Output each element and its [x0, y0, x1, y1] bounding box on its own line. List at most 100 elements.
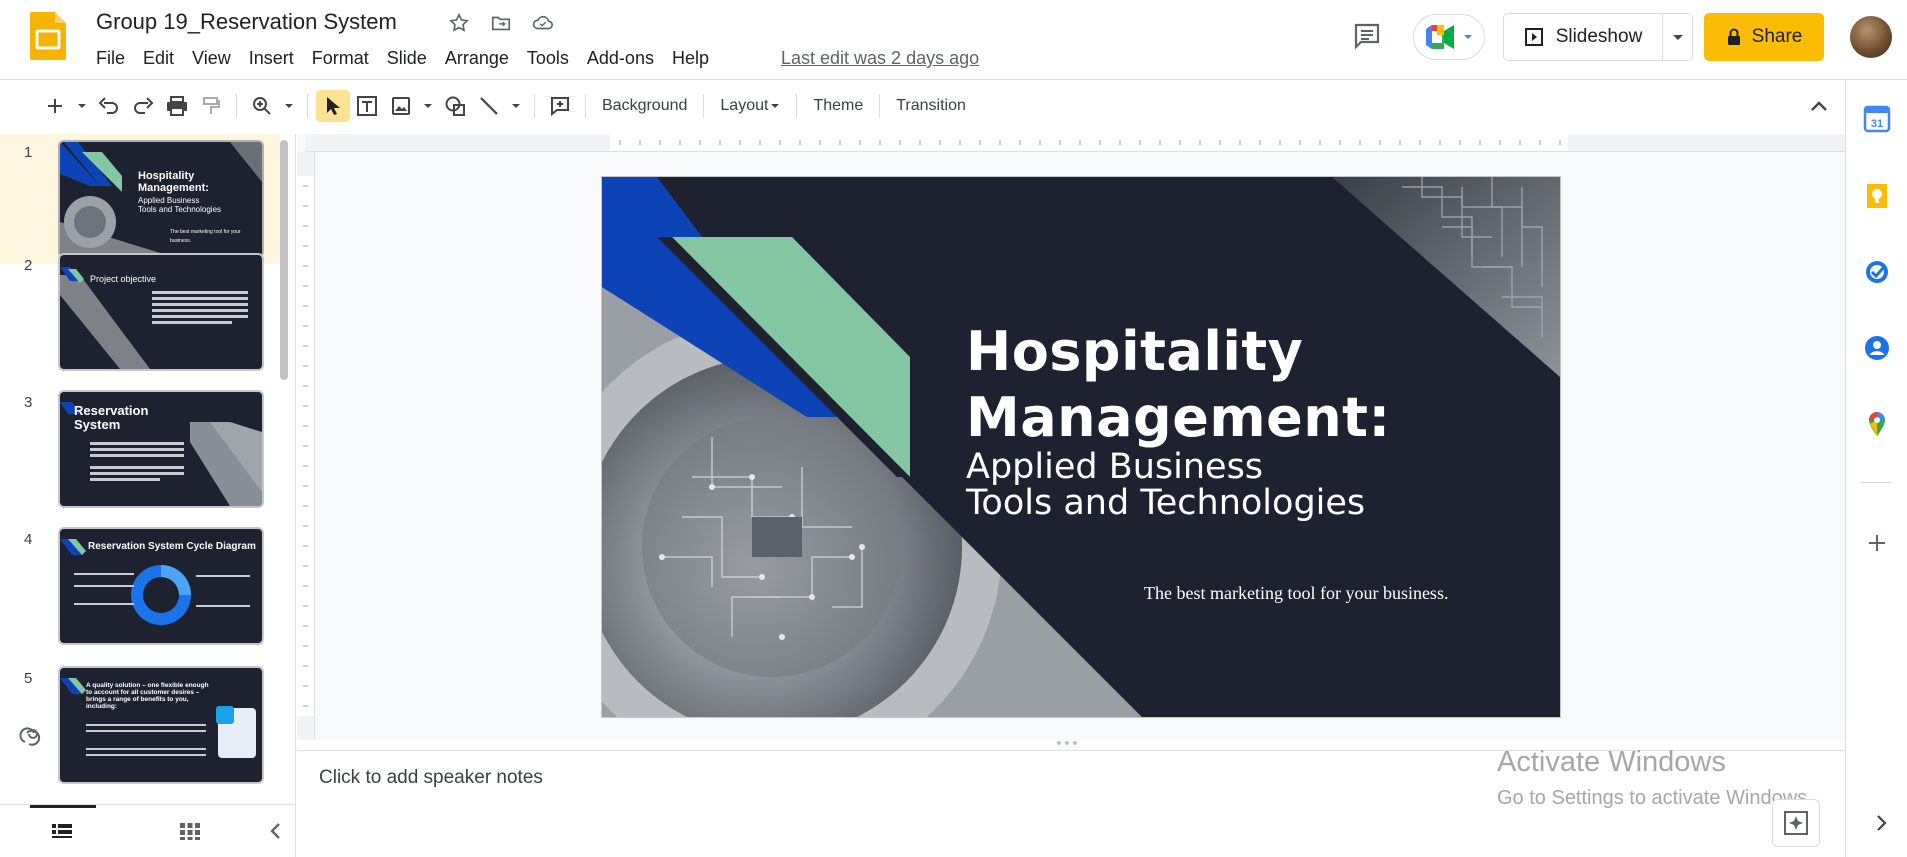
paint-format-icon[interactable] [194, 90, 228, 122]
slide-number: 2 [24, 257, 33, 274]
thumb-title: Project objective [90, 274, 157, 284]
add-addon-icon[interactable] [1863, 529, 1891, 557]
slide-title-line-1: Hospitality [966, 320, 1304, 383]
slideshow-options-dropdown[interactable] [1662, 14, 1692, 60]
menu-slide[interactable]: Slide [387, 48, 436, 69]
chevron-down-icon [1464, 35, 1472, 39]
activation-watermark-subtitle: Go to Settings to activate Windows. [1497, 787, 1813, 809]
slideshow-button[interactable]: Slideshow [1504, 26, 1662, 48]
filmstrip-slide-2[interactable]: 2 Project objective [0, 247, 280, 377]
slides-app: Group 19_Reservation System File Edit Vi… [0, 0, 1907, 857]
menu-help[interactable]: Help [672, 48, 718, 69]
menu-arrange[interactable]: Arrange [445, 48, 518, 69]
add-comment-icon[interactable] [543, 90, 577, 122]
thumb-title: A quality solution – one flexible enough… [86, 682, 209, 710]
star-icon[interactable] [446, 10, 472, 36]
slide-thumbnail[interactable]: Reservation System Cycle Diagram [58, 527, 264, 645]
keep-icon[interactable] [1863, 182, 1891, 210]
slide-thumbnail[interactable]: Hospitality Management: Applied Business T… [58, 140, 264, 258]
toolbar: Background Layout Theme Transition [0, 86, 1845, 126]
notes-resize-handle[interactable] [1057, 741, 1087, 747]
slide-tagline[interactable]: The best marketing tool for your busines… [1144, 583, 1448, 604]
comments-icon[interactable] [1351, 20, 1383, 52]
slide-thumbnail[interactable]: Reservation System [58, 390, 264, 508]
menu-addons[interactable]: Add-ons [587, 48, 663, 69]
slideshow-label: Slideshow [1555, 26, 1643, 47]
line-icon[interactable] [472, 90, 506, 122]
layout-button[interactable]: Layout [712, 90, 788, 122]
new-slide-icon[interactable] [38, 90, 72, 122]
chevron-right-icon[interactable] [1870, 812, 1892, 834]
horizontal-ruler[interactable] [305, 134, 1845, 152]
slides-logo-icon[interactable] [30, 12, 66, 60]
slide-subtitle-line-1: Applied Business [966, 447, 1264, 487]
menu-format[interactable]: Format [312, 48, 378, 69]
menu-file[interactable]: File [96, 48, 134, 69]
menu-bar: File Edit View Insert Format Slide Arran… [96, 48, 727, 69]
text-box-icon[interactable] [350, 90, 384, 122]
calendar-icon[interactable]: 31 [1863, 105, 1891, 133]
filmstrip-slide-3[interactable]: 3 Reservation System [0, 384, 280, 514]
meet-button[interactable] [1413, 14, 1485, 60]
list-view-icon[interactable] [50, 819, 74, 843]
insert-image-dropdown[interactable] [418, 90, 438, 122]
theme-button[interactable]: Theme [805, 90, 871, 122]
tasks-icon[interactable] [1863, 258, 1891, 286]
line-dropdown[interactable] [506, 90, 526, 122]
shape-icon[interactable] [438, 90, 472, 122]
slide-subtitle[interactable]: Applied Business Tools and Technologies [966, 449, 1365, 521]
cloud-status-icon[interactable] [530, 10, 556, 36]
sparkle-icon [1784, 811, 1808, 835]
slide-number: 1 [24, 144, 33, 161]
thumb-title: Reservation System [74, 403, 149, 432]
thumb-tagline: The best marketing tool for your busines… [170, 229, 241, 244]
filmstrip-slide-4[interactable]: 4 Reservation System Cycle Diagram [0, 521, 280, 651]
select-cursor-icon[interactable] [316, 90, 350, 122]
current-slide[interactable]: Hospitality Management: Applied Business… [602, 177, 1560, 717]
slideshow-button-group: Slideshow [1503, 13, 1693, 61]
background-button[interactable]: Background [594, 90, 695, 122]
filmstrip-slide-1[interactable]: 1 Hospitality Management: Applied Busines… [0, 134, 280, 264]
menu-view[interactable]: View [192, 48, 240, 69]
zoom-icon[interactable] [245, 90, 279, 122]
slide-thumbnail[interactable]: Project objective [58, 253, 264, 371]
thumb-title: Hospitality Management: [138, 170, 209, 194]
slide-thumbnail[interactable]: A quality solution – one flexible enough… [58, 666, 264, 784]
redo-icon[interactable] [126, 90, 160, 122]
share-button[interactable]: Share [1704, 13, 1824, 61]
grid-view-icon[interactable] [178, 819, 202, 843]
menu-edit[interactable]: Edit [143, 48, 183, 69]
slide-title[interactable]: Hospitality Management: [966, 319, 1391, 451]
chevron-up-icon[interactable] [1806, 94, 1832, 120]
slide-title-line-2: Management: [966, 386, 1391, 449]
header: Group 19_Reservation System File Edit Vi… [0, 0, 1907, 80]
chevron-down-icon [771, 104, 780, 108]
chevron-down-icon [1672, 35, 1683, 40]
slide-subtitle-line-2: Tools and Technologies [966, 483, 1366, 523]
meet-icon [1426, 25, 1454, 49]
menu-tools[interactable]: Tools [527, 48, 578, 69]
filmstrip-scrollbar[interactable] [280, 140, 288, 380]
menu-insert[interactable]: Insert [249, 48, 303, 69]
slideshow-play-icon [1524, 28, 1543, 46]
account-avatar[interactable] [1850, 16, 1892, 58]
maps-icon[interactable] [1863, 410, 1891, 438]
transition-button[interactable]: Transition [888, 90, 974, 122]
last-edit-link[interactable]: Last edit was 2 days ago [781, 48, 979, 69]
move-folder-icon[interactable] [488, 10, 514, 36]
thumb-subtitle: Applied Business Tools and Technologies [138, 196, 222, 214]
collapse-filmstrip-icon[interactable] [264, 819, 288, 843]
insert-image-icon[interactable] [384, 90, 418, 122]
explore-icon[interactable] [18, 723, 44, 749]
speaker-notes-placeholder[interactable]: Click to add speaker notes [319, 767, 543, 789]
activation-watermark-title: Activate Windows [1497, 746, 1726, 778]
assist-button[interactable] [1772, 799, 1820, 847]
zoom-dropdown[interactable] [279, 90, 299, 122]
document-title[interactable]: Group 19_Reservation System [96, 9, 397, 35]
print-icon[interactable] [160, 90, 194, 122]
svg-text:31: 31 [1871, 118, 1883, 130]
contacts-icon[interactable] [1863, 334, 1891, 362]
vertical-ruler[interactable] [297, 152, 315, 740]
undo-icon[interactable] [92, 90, 126, 122]
new-slide-layout-dropdown[interactable] [72, 90, 92, 122]
